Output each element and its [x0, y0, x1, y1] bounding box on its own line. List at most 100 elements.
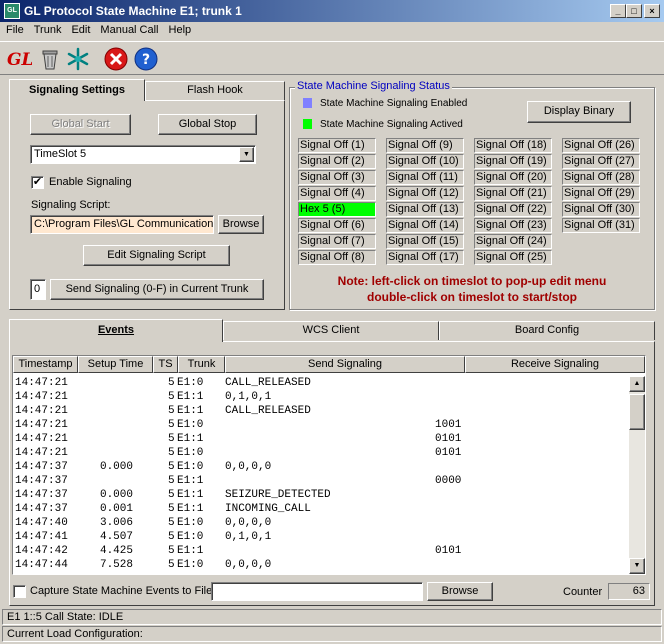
- timeslot-cell[interactable]: Signal Off (31): [562, 218, 640, 233]
- table-cell: INCOMING_CALL: [225, 503, 311, 515]
- events-list: Timestamp Setup Time TS Trunk Send Signa…: [12, 355, 646, 575]
- capture-file-input[interactable]: [211, 582, 423, 601]
- tab-flash-hook[interactable]: Flash Hook: [145, 81, 285, 100]
- timeslot-cell[interactable]: Signal Off (8): [298, 250, 376, 265]
- capture-checkbox[interactable]: [13, 585, 26, 598]
- timeslot-cell[interactable]: Signal Off (9): [386, 138, 464, 153]
- timeslot-cell[interactable]: Signal Off (3): [298, 170, 376, 185]
- table-cell: E1:0: [177, 559, 204, 571]
- timeslot-value: TimeSlot 5: [34, 148, 87, 160]
- tab-board-config[interactable]: Board Config: [439, 321, 655, 340]
- recycle-bin-icon[interactable]: [38, 47, 62, 71]
- minimize-button[interactable]: _: [610, 4, 626, 18]
- menu-edit[interactable]: Edit: [65, 22, 94, 36]
- timeslot-cell[interactable]: Signal Off (22): [474, 202, 552, 217]
- table-row[interactable]: 14:47:44 7.528 5 E1:0 0,0,0,0: [13, 558, 629, 572]
- gl-logo-icon[interactable]: GL: [6, 47, 33, 71]
- table-row[interactable]: 14:47:42 4.425 5 E1:1 0101: [13, 544, 629, 558]
- table-row[interactable]: 14:47:21 5 E1:1 CALL_RELEASED: [13, 404, 629, 418]
- timeslot-cell[interactable]: Signal Off (19): [474, 154, 552, 169]
- close-window-button[interactable]: ×: [644, 4, 660, 18]
- maximize-button[interactable]: □: [626, 4, 642, 18]
- enable-signaling-label: Enable Signaling: [49, 176, 132, 188]
- events-scrollbar[interactable]: ▲ ▼: [629, 376, 645, 574]
- table-cell: 14:47:41: [15, 531, 68, 543]
- scroll-thumb[interactable]: [629, 394, 645, 430]
- col-receive-signaling[interactable]: Receive Signaling: [465, 356, 645, 373]
- menu-trunk[interactable]: Trunk: [28, 22, 66, 36]
- timeslot-cell[interactable]: Signal Off (27): [562, 154, 640, 169]
- table-row[interactable]: 14:47:37 5 E1:1 0000: [13, 474, 629, 488]
- table-cell: CALL_RELEASED: [225, 405, 311, 417]
- menu-file[interactable]: File: [0, 22, 28, 36]
- timeslot-cell[interactable]: Signal Off (12): [386, 186, 464, 201]
- snowflake-icon[interactable]: [66, 47, 90, 71]
- browse-script-button[interactable]: Browse: [218, 215, 264, 234]
- col-ts[interactable]: TS: [153, 356, 178, 373]
- timeslot-cell[interactable]: Signal Off (14): [386, 218, 464, 233]
- col-trunk[interactable]: Trunk: [178, 356, 225, 373]
- global-start-button[interactable]: Global Start: [30, 114, 131, 135]
- timeslot-cell[interactable]: Hex 5 (5): [298, 202, 376, 217]
- table-row[interactable]: 14:47:21 5 E1:0 0101: [13, 446, 629, 460]
- send-signaling-button[interactable]: Send Signaling (0-F) in Current Trunk: [50, 279, 264, 300]
- timeslot-cell[interactable]: Signal Off (17): [386, 250, 464, 265]
- table-row[interactable]: 14:47:21 5 E1:1 0,1,0,1: [13, 390, 629, 404]
- menu-manual-call[interactable]: Manual Call: [94, 22, 162, 36]
- global-stop-button[interactable]: Global Stop: [158, 114, 257, 135]
- send-value-input[interactable]: 0: [30, 279, 46, 300]
- scroll-up-icon[interactable]: ▲: [629, 376, 645, 392]
- script-path-field[interactable]: C:\Program Files\GL Communications: [30, 215, 214, 234]
- col-setup-time[interactable]: Setup Time: [78, 356, 153, 373]
- tab-wcs-client[interactable]: WCS Client: [223, 321, 439, 340]
- table-row[interactable]: 14:47:21 5 E1:0 1001: [13, 418, 629, 432]
- menu-help[interactable]: Help: [163, 22, 196, 36]
- timeslot-cell[interactable]: Signal Off (26): [562, 138, 640, 153]
- enabled-legend-swatch: [303, 98, 312, 108]
- browse-capture-button[interactable]: Browse: [427, 582, 493, 601]
- timeslot-cell[interactable]: Signal Off (25): [474, 250, 552, 265]
- timeslot-cell[interactable]: Signal Off (11): [386, 170, 464, 185]
- enable-signaling-checkbox[interactable]: ✔: [31, 176, 44, 189]
- timeslot-cell[interactable]: Signal Off (28): [562, 170, 640, 185]
- table-row[interactable]: 14:47:21 5 E1:1 0101: [13, 432, 629, 446]
- tab-events[interactable]: Events: [9, 319, 223, 342]
- edit-script-button[interactable]: Edit Signaling Script: [83, 245, 230, 266]
- table-row[interactable]: 14:47:21 5 E1:0 CALL_RELEASED: [13, 376, 629, 390]
- timeslot-cell[interactable]: Signal Off (29): [562, 186, 640, 201]
- timeslot-cell[interactable]: Signal Off (4): [298, 186, 376, 201]
- table-row[interactable]: 14:47:37 0.000 5 E1:1 SEIZURE_DETECTED: [13, 488, 629, 502]
- timeslot-cell[interactable]: Signal Off (13): [386, 202, 464, 217]
- table-row[interactable]: 14:47:37 0.001 5 E1:1 INCOMING_CALL: [13, 502, 629, 516]
- timeslot-cell[interactable]: Signal Off (2): [298, 154, 376, 169]
- timeslot-cell[interactable]: Signal Off (24): [474, 234, 552, 249]
- timeslot-select[interactable]: TimeSlot 5 ▼: [30, 145, 256, 164]
- timeslot-cell[interactable]: Signal Off (23): [474, 218, 552, 233]
- col-timestamp[interactable]: Timestamp: [13, 356, 78, 373]
- timeslot-cell[interactable]: Signal Off (20): [474, 170, 552, 185]
- timeslot-cell[interactable]: Signal Off (15): [386, 234, 464, 249]
- svg-text:GL: GL: [7, 50, 32, 70]
- table-cell: 14:47:21: [15, 447, 68, 459]
- timeslot-cell[interactable]: Signal Off (10): [386, 154, 464, 169]
- table-row[interactable]: 14:47:41 4.507 5 E1:0 0,1,0,1: [13, 530, 629, 544]
- stop-icon[interactable]: [104, 47, 128, 71]
- timeslot-cell[interactable]: Signal Off (6): [298, 218, 376, 233]
- help-icon[interactable]: ?: [134, 47, 158, 71]
- table-cell: 14:47:37: [15, 503, 68, 515]
- table-row[interactable]: 14:47:40 3.006 5 E1:0 0,0,0,0: [13, 516, 629, 530]
- timeslot-cell[interactable]: Signal Off (1): [298, 138, 376, 153]
- status-call-state: E1 1::5 Call State: IDLE: [2, 609, 662, 625]
- table-cell: SEIZURE_DETECTED: [225, 489, 331, 501]
- timeslot-cell[interactable]: Signal Off (18): [474, 138, 552, 153]
- timeslot-cell[interactable]: Signal Off (21): [474, 186, 552, 201]
- timeslot-cell[interactable]: Signal Off (30): [562, 202, 640, 217]
- table-row[interactable]: 14:47:37 0.000 5 E1:0 0,0,0,0: [13, 460, 629, 474]
- chevron-down-icon[interactable]: ▼: [239, 147, 254, 162]
- col-send-signaling[interactable]: Send Signaling: [225, 356, 465, 373]
- scroll-down-icon[interactable]: ▼: [629, 558, 645, 574]
- tab-signaling-settings[interactable]: Signaling Settings: [9, 79, 145, 101]
- display-binary-button[interactable]: Display Binary: [527, 101, 631, 123]
- table-cell: 5: [168, 419, 175, 431]
- timeslot-cell[interactable]: Signal Off (7): [298, 234, 376, 249]
